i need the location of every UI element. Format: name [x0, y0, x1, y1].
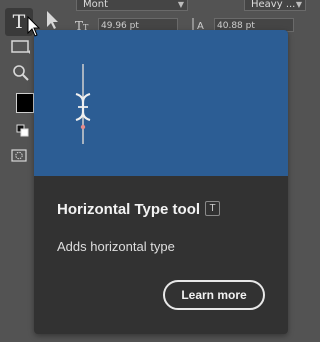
font-style-value: Heavy ...	[251, 0, 296, 10]
zoom-tool-button[interactable]	[10, 62, 32, 84]
quick-mask-button[interactable]	[11, 147, 27, 162]
foreground-color-swatch[interactable]	[16, 93, 34, 113]
zoom-icon	[13, 65, 29, 81]
rectangle-tool-icon	[11, 40, 30, 54]
font-style-select[interactable]: Heavy ... ▼	[244, 0, 306, 11]
swap-colors-icon	[16, 124, 29, 137]
tooltip-title: Horizontal Type tool	[57, 201, 201, 218]
tooltip-preview	[34, 30, 288, 176]
type-tool-icon: T	[12, 11, 26, 33]
learn-more-button[interactable]: Learn more	[163, 280, 265, 310]
rectangle-tool-button[interactable]	[10, 38, 32, 56]
font-family-value: Mont	[83, 0, 109, 10]
text-cursor-icon	[75, 64, 91, 144]
default-colors-button[interactable]	[16, 123, 30, 137]
options-bar: Mont ▼ Heavy ... ▼ T T 49.96 pt A 40.88 …	[72, 0, 306, 34]
move-arrow-icon	[47, 11, 58, 29]
mouse-pointer-icon	[27, 16, 41, 37]
tooltip-description: Adds horizontal type	[57, 239, 175, 254]
quick-mask-icon	[11, 149, 27, 162]
font-family-select[interactable]: Mont ▼	[76, 0, 188, 11]
shortcut-key-badge: T	[205, 201, 220, 216]
chevron-down-icon: ▼	[295, 0, 302, 9]
chevron-down-icon: ▼	[177, 0, 184, 9]
rich-tooltip: Horizontal Type tool T Adds horizontal t…	[34, 30, 288, 334]
